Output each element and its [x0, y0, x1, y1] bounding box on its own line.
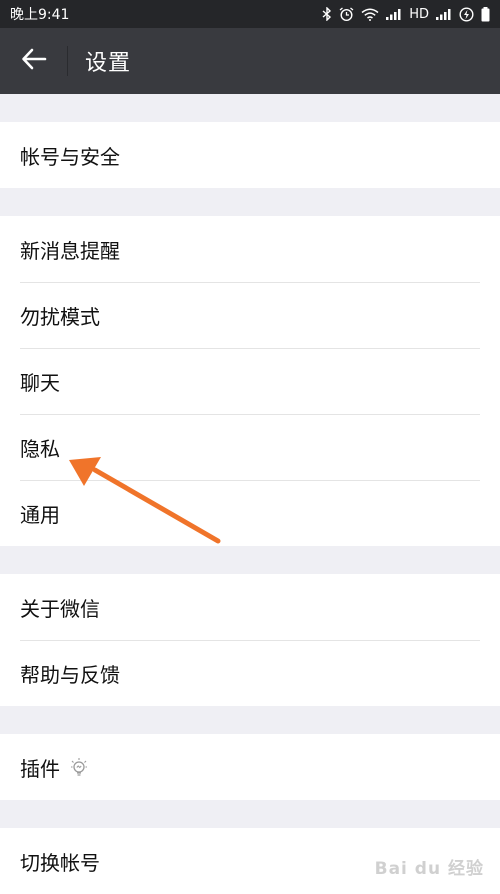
app-bar: 设置 [0, 28, 500, 94]
lightbulb-icon [70, 757, 88, 777]
status-time: 晚上9:41 [10, 7, 70, 23]
signal-icon-2 [436, 8, 452, 20]
settings-item-label: 新消息提醒 [20, 238, 120, 263]
watermark: Bai du 经验 [374, 859, 484, 879]
wifi-icon [361, 8, 379, 21]
settings-item-label: 聊天 [20, 370, 60, 395]
settings-group-account: 帐号与安全 [0, 122, 500, 188]
bluetooth-icon [322, 7, 332, 21]
settings-item-label: 帐号与安全 [20, 144, 120, 169]
settings-item-chat[interactable]: 聊天 [0, 348, 500, 414]
page-title: 设置 [85, 51, 132, 76]
settings-item-do-not-disturb[interactable]: 勿扰模式 [0, 282, 500, 348]
settings-item-account-security[interactable]: 帐号与安全 [0, 122, 500, 188]
alarm-clock-icon [339, 6, 354, 22]
settings-item-label: 插件 [20, 756, 60, 781]
settings-group-about: 关于微信 帮助与反馈 [0, 574, 500, 706]
network-type: HD [409, 6, 429, 22]
settings-group-plugins: 插件 [0, 734, 500, 800]
settings-item-label: 通用 [20, 502, 60, 527]
battery-icon [481, 6, 490, 22]
settings-item-label: 隐私 [20, 436, 60, 461]
settings-item-privacy[interactable]: 隐私 [0, 414, 500, 480]
settings-item-new-message-alerts[interactable]: 新消息提醒 [0, 216, 500, 282]
signal-icon [386, 8, 402, 20]
battery-charging-icon [459, 6, 474, 22]
settings-item-help-feedback[interactable]: 帮助与反馈 [0, 640, 500, 706]
settings-item-label: 关于微信 [20, 596, 100, 621]
back-button[interactable] [0, 28, 68, 94]
settings-item-general[interactable]: 通用 [0, 480, 500, 546]
settings-item-about-wechat[interactable]: 关于微信 [0, 574, 500, 640]
status-bar: 晚上9:41 HD [0, 0, 500, 28]
settings-item-plugins[interactable]: 插件 [0, 734, 500, 800]
arrow-left-icon [21, 48, 47, 74]
settings-group-general: 新消息提醒 勿扰模式 聊天 隐私 通用 [0, 216, 500, 546]
settings-item-label: 勿扰模式 [20, 304, 100, 329]
settings-item-label: 切换帐号 [20, 850, 100, 875]
settings-item-label: 帮助与反馈 [20, 662, 120, 687]
